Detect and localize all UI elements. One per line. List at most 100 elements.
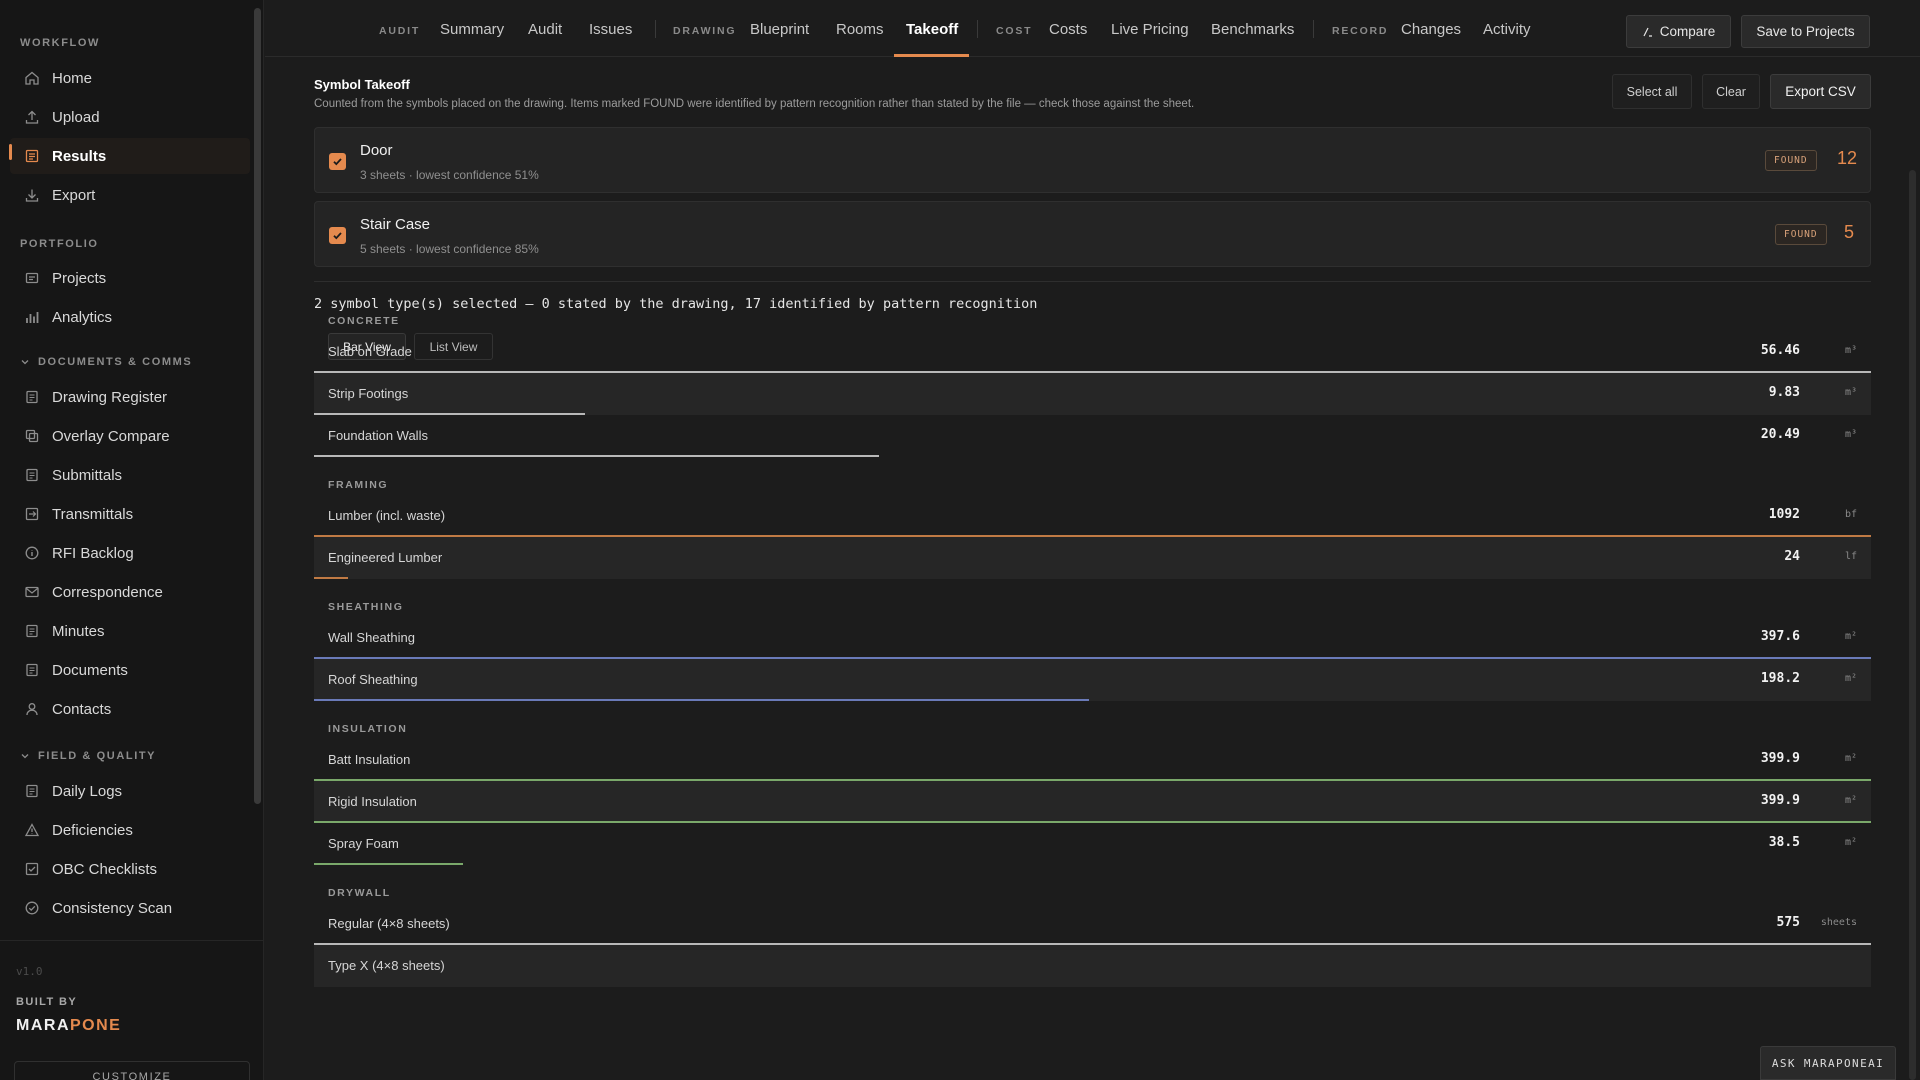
sidebar-item-results[interactable]: Results — [9, 138, 250, 174]
symbol-card-door[interactable]: Door 3 sheets · lowest confidence 51% FO… — [314, 127, 1871, 193]
quantity-name: Lumber (incl. waste) — [328, 508, 446, 523]
select-all-button[interactable]: Select all — [1612, 74, 1692, 109]
person-icon — [26, 703, 38, 716]
nav-separator — [655, 20, 656, 38]
quantity-unit: sheets — [1820, 917, 1857, 928]
symbol-checkbox[interactable] — [329, 153, 346, 170]
sidebar-item-daily-logs[interactable]: Daily Logs — [10, 773, 250, 809]
sidebar-item-deficiencies[interactable]: Deficiencies — [10, 812, 250, 848]
sidebar-item-drawing-register[interactable]: Drawing Register — [10, 379, 250, 415]
quantity-unit: bf — [1844, 509, 1857, 520]
symbol-card-stair-case[interactable]: Stair Case 5 sheets · lowest confidence … — [314, 201, 1871, 267]
quantity-row: Batt Insulation 399.9 m² — [314, 739, 1871, 781]
sidebar-item-rfi-backlog[interactable]: RFI Backlog — [10, 535, 250, 571]
symbol-name: Stair Case — [360, 216, 431, 233]
symbol-checkbox[interactable] — [329, 227, 346, 244]
quantity-unit: m² — [1844, 673, 1857, 684]
document-icon — [26, 468, 38, 482]
sidebar-item-obc-checklists[interactable]: OBC Checklists — [10, 851, 250, 887]
nav-group-drawing: DRAWING — [673, 25, 737, 37]
upload-icon — [25, 110, 39, 124]
symbol-count: 12 — [1837, 148, 1858, 168]
sidebar-item-home[interactable]: Home — [10, 60, 250, 96]
projects-icon — [25, 272, 39, 284]
sidebar-item-overlay-compare[interactable]: Overlay Compare — [10, 418, 250, 454]
tab-blueprint[interactable]: Blueprint — [750, 21, 809, 38]
quantity-row: Slab on Grade 56.46 m³ — [314, 331, 1871, 373]
export-csv-button[interactable]: Export CSV — [1770, 74, 1871, 109]
sidebar-item-minutes[interactable]: Minutes — [10, 613, 250, 649]
sidebar-item-analytics[interactable]: Analytics — [10, 299, 250, 335]
save-button-label: Save to Projects — [1756, 24, 1855, 39]
tab-rooms[interactable]: Rooms — [836, 21, 884, 38]
compare-button[interactable]: Compare — [1626, 15, 1731, 48]
sidebar-section-documents[interactable]: DOCUMENTS & COMMS — [20, 356, 192, 368]
category-label-sheathing: SHEATHING — [328, 601, 404, 613]
sidebar-item-consistency-scan[interactable]: Consistency Scan — [10, 890, 250, 926]
main-scrollbar[interactable] — [1909, 170, 1916, 1080]
quantity-name: Slab on Grade — [328, 344, 412, 359]
quantity-row: Spray Foam 38.5 m² — [314, 823, 1871, 865]
quantity-row: Type X (4×8 sheets) — [314, 945, 1871, 987]
document-icon — [26, 624, 38, 638]
nav-group-audit: AUDIT — [379, 25, 421, 37]
customize-button[interactable]: CUSTOMIZE — [14, 1061, 250, 1080]
tab-issues[interactable]: Issues — [589, 21, 632, 38]
quantity-unit: m³ — [1844, 387, 1857, 398]
tab-takeoff[interactable]: Takeoff — [906, 21, 958, 38]
sidebar-item-transmittals[interactable]: Transmittals — [10, 496, 250, 532]
quantity-unit: m³ — [1844, 429, 1857, 440]
document-icon — [26, 663, 38, 677]
quantity-name: Strip Footings — [328, 386, 409, 401]
tab-audit[interactable]: Audit — [528, 21, 562, 38]
section-label: PORTFOLIO — [20, 238, 99, 250]
selection-summary: 2 symbol type(s) selected — 0 stated by … — [314, 296, 1038, 312]
quantity-unit: m³ — [1844, 345, 1857, 356]
nav-group-record: RECORD — [1332, 25, 1389, 37]
analytics-icon — [26, 312, 39, 323]
sidebar-item-label: Daily Logs — [52, 782, 123, 800]
sidebar-footer: v1.0 BUILT BY MARAPONE CUSTOMIZE — [0, 940, 264, 1080]
sidebar-item-submittals[interactable]: Submittals — [10, 457, 250, 493]
quantity-name: Wall Sheathing — [328, 630, 415, 645]
sidebar-item-label: Home — [52, 69, 93, 87]
tab-live-pricing[interactable]: Live Pricing — [1111, 21, 1189, 38]
save-to-projects-button[interactable]: Save to Projects — [1741, 15, 1870, 48]
sidebar-section-portfolio: PORTFOLIO — [20, 238, 99, 250]
quantity-name: Foundation Walls — [328, 428, 428, 443]
sidebar-item-correspondence[interactable]: Correspondence — [10, 574, 250, 610]
ask-assistant-button[interactable]: ASK MARAPONEAI — [1760, 1046, 1896, 1080]
sidebar-section-field-quality[interactable]: FIELD & QUALITY — [20, 750, 156, 762]
sidebar-scrollbar[interactable] — [254, 8, 261, 804]
quantity-row: Lumber (incl. waste) 1092 bf — [314, 495, 1871, 537]
symbol-name: Door — [360, 142, 393, 159]
main-content: Symbol Takeoff Counted from the symbols … — [265, 58, 1920, 1080]
overlay-icon — [25, 429, 39, 443]
category-label-insulation: INSULATION — [328, 723, 408, 735]
sidebar-item-label: Submittals — [52, 466, 123, 484]
sidebar-item-label: Contacts — [52, 700, 112, 718]
quantity-value: 38.5 — [1768, 835, 1800, 850]
tab-activity[interactable]: Activity — [1483, 21, 1531, 38]
sidebar-item-export[interactable]: Export — [10, 177, 250, 213]
sidebar-item-upload[interactable]: Upload — [10, 99, 250, 135]
info-icon — [25, 546, 39, 560]
tab-changes[interactable]: Changes — [1401, 21, 1461, 38]
tab-summary[interactable]: Summary — [440, 21, 504, 38]
clear-button[interactable]: Clear — [1702, 74, 1760, 109]
sidebar-item-label: Drawing Register — [52, 388, 168, 406]
sidebar-item-documents[interactable]: Documents — [10, 652, 250, 688]
found-badge: FOUND — [1775, 224, 1827, 245]
nav-group-cost: COST — [996, 25, 1033, 37]
section-divider — [314, 281, 1871, 282]
sidebar-item-label: Consistency Scan — [52, 899, 173, 917]
tab-benchmarks[interactable]: Benchmarks — [1211, 21, 1294, 38]
section-label: DOCUMENTS & COMMS — [38, 356, 193, 368]
tab-costs[interactable]: Costs — [1049, 21, 1087, 38]
built-by-label: BUILT BY — [16, 996, 78, 1008]
sidebar-item-projects[interactable]: Projects — [10, 260, 250, 296]
sidebar-item-contacts[interactable]: Contacts — [10, 691, 250, 727]
quantity-row: Roof Sheathing 198.2 m² — [314, 659, 1871, 701]
quantity-bar — [314, 577, 348, 579]
quantity-row: Engineered Lumber 24 lf — [314, 537, 1871, 579]
